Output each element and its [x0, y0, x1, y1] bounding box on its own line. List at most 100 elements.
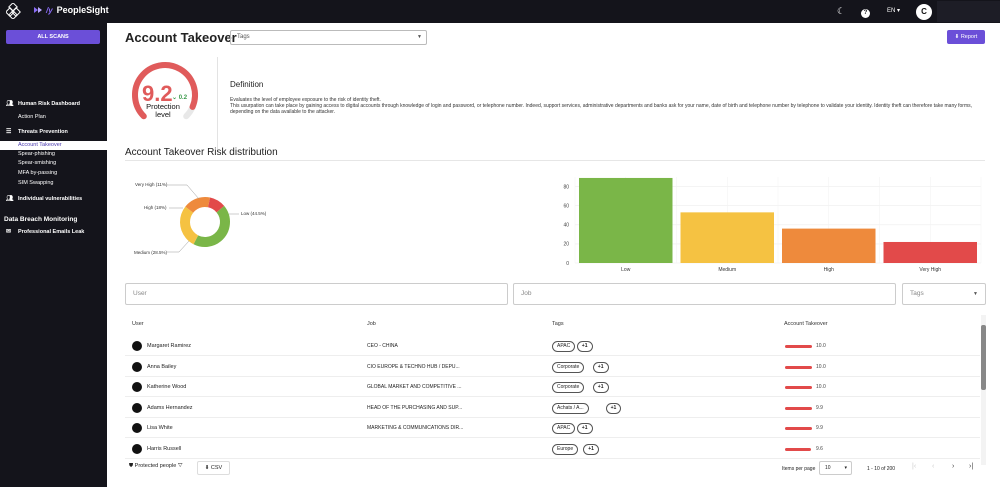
moon-icon[interactable]: ☾	[837, 6, 845, 17]
table-row[interactable]: Harris Russell Europe +1 9.6	[125, 439, 980, 459]
brand-name: PeopleSight	[56, 5, 109, 15]
user-avatar-icon	[132, 361, 142, 372]
tags-filter-select[interactable]: Tags ▼	[902, 283, 986, 305]
table-row[interactable]: Lisa White MARKETING & COMMUNICATIONS DIR…	[125, 418, 980, 438]
more-tags-chip[interactable]: +1	[576, 341, 593, 352]
column-header-account-takeover[interactable]: Account Takeover	[784, 321, 828, 327]
next-page-icon[interactable]: ›	[952, 463, 954, 470]
tag-chip[interactable]: APAC	[552, 423, 576, 434]
risk-bar-chart: 0 20 40 60 80 Low Medium High Very High	[563, 177, 982, 273]
more-tags-chip[interactable]: +1	[605, 402, 622, 414]
sidebar-item-label: Action Plan	[18, 114, 46, 120]
download-icon: ⬇	[204, 465, 210, 471]
more-tags-chip[interactable]: +1	[592, 382, 609, 393]
sidebar-item-human-risk-dashboard[interactable]: 👥︎ Human Risk Dashboard	[0, 100, 107, 109]
page-size-value: 10	[825, 465, 831, 471]
leader-line	[167, 184, 200, 200]
user-name[interactable]: Katherine Wood	[147, 384, 186, 390]
csv-button-label: CSV	[210, 465, 223, 471]
x-tick-label: Very High	[919, 267, 941, 273]
bar-low[interactable]	[579, 177, 673, 263]
sidebar-item-individual-vulnerabilities[interactable]: 👥︎ Individual vulnerabilities	[0, 195, 107, 204]
bar-very-high[interactable]	[883, 241, 978, 263]
risk-bar	[785, 427, 812, 430]
y-tick-label: 20	[563, 242, 569, 248]
page-size-select[interactable]: 10 ▾	[819, 461, 852, 475]
chevron-down-icon: ▼	[417, 34, 422, 40]
tag-chip[interactable]: Corporate	[552, 361, 585, 373]
tag-chip[interactable]: APAC	[552, 341, 576, 352]
definition-line2: This usurpation can take place by gainin…	[230, 103, 973, 115]
sidebar-item-professional-emails-leak[interactable]: ✉ Professional Emails Leak	[0, 228, 107, 237]
column-header-user[interactable]: User	[132, 321, 144, 327]
items-per-page-label: Items per page	[782, 466, 816, 472]
list-icon: ☰	[6, 129, 12, 135]
brand[interactable]: /y PeopleSight	[34, 5, 109, 15]
mail-icon: ✉	[6, 229, 12, 235]
job-title: MARKETING & COMMUNICATIONS DIR...	[367, 425, 464, 431]
table-row[interactable]: Adams Hernandez HEAD OF THE PURCHASING AN…	[125, 398, 980, 418]
sidebar-item-spear-phishing[interactable]: Spear-phishing	[0, 150, 107, 159]
sidebar-item-action-plan[interactable]: Action Plan	[0, 113, 107, 122]
user-menu[interactable]	[937, 1, 1000, 22]
report-button[interactable]: ⬇ Report	[947, 30, 985, 44]
x-tick-label: Low	[621, 267, 631, 273]
table-row[interactable]: Katherine Wood GLOBAL MARKET AND COMPETIT…	[125, 377, 980, 397]
risk-score: 9.9	[816, 425, 823, 431]
sidebar-item-sim-swapping[interactable]: SIM Swapping	[0, 179, 107, 188]
job-title: CEO - CHINA	[367, 343, 398, 349]
tag-chip[interactable]: Achats / A...	[552, 402, 589, 414]
scrollbar-thumb[interactable]	[981, 325, 986, 390]
sidebar-item-mfa-by-passing[interactable]: MFA by-passing	[0, 169, 107, 178]
job-filter-input[interactable]: Job	[513, 283, 896, 305]
user-name[interactable]: Anna Bailey	[147, 364, 176, 370]
sidebar-item-label: Spear-smishing	[18, 160, 57, 166]
last-page-icon[interactable]: ›|	[969, 463, 973, 470]
tag-chip[interactable]: Europe	[552, 443, 579, 455]
job-filter-placeholder: Job	[521, 290, 532, 297]
brand-mark-icon	[34, 7, 42, 13]
language-label: EN	[887, 8, 896, 14]
column-header-tags[interactable]: Tags	[552, 321, 564, 327]
avatar[interactable]: C	[916, 4, 932, 20]
user-name[interactable]: Adams Hernandez	[147, 405, 193, 411]
sidebar-item-label: SIM Swapping	[18, 180, 54, 186]
shield-icon: ⛊	[129, 463, 134, 469]
y-tick-label: 80	[563, 184, 569, 190]
table-row[interactable]: Anna Bailey CIO EUROPE & TECHNO HUB / DEP…	[125, 357, 980, 377]
risk-score: 10.0	[816, 384, 826, 390]
risk-bar	[785, 406, 812, 410]
tag-chip[interactable]: Corporate	[552, 382, 585, 393]
first-page-icon[interactable]: |‹	[912, 463, 916, 470]
risk-score: 10.0	[816, 343, 826, 349]
help-icon[interactable]: ?	[861, 6, 870, 18]
user-name[interactable]: Lisa White	[147, 425, 173, 431]
sidebar-item-account-takeover[interactable]: Account Takeover	[0, 141, 107, 150]
sidebar: ALL SCANS 👥︎ Human Risk Dashboard Action…	[0, 23, 107, 487]
sidebar-item-label: Professional Emails Leak	[18, 229, 85, 235]
top-bar: /y PeopleSight ☾ ? EN ▾ C	[0, 0, 1000, 23]
download-icon: ⬇	[954, 34, 960, 40]
all-scans-button[interactable]: ALL SCANS	[6, 30, 100, 44]
more-tags-chip[interactable]: +1	[583, 443, 599, 455]
table-scrollbar[interactable]	[981, 315, 986, 465]
user-name[interactable]: Margaret Ramirez	[147, 343, 191, 349]
x-tick-label: High	[824, 267, 835, 273]
table-row[interactable]: Margaret Ramirez CEO - CHINA APAC +1 10.0	[125, 336, 980, 356]
user-name[interactable]: Harris Russell	[147, 446, 181, 452]
bar-high[interactable]	[782, 228, 876, 263]
y-tick-label: 60	[563, 203, 569, 209]
report-button-label: Report	[960, 34, 978, 40]
sidebar-item-threats-prevention[interactable]: ☰ Threats Prevention	[0, 128, 107, 137]
more-tags-chip[interactable]: +1	[592, 361, 609, 373]
protected-people-filter[interactable]: ⛊ Protected people ▽	[129, 463, 183, 470]
sidebar-item-label: Spear-phishing	[18, 151, 55, 157]
column-header-job[interactable]: Job	[367, 321, 376, 327]
user-filter-input[interactable]: User	[125, 283, 508, 305]
sidebar-item-spear-smishing[interactable]: Spear-smishing	[0, 159, 107, 168]
more-tags-chip[interactable]: +1	[576, 423, 593, 434]
bar-medium[interactable]	[680, 212, 775, 263]
prev-page-icon[interactable]: ‹	[932, 463, 934, 470]
csv-export-button[interactable]: ⬇ CSV	[197, 461, 230, 475]
language-select[interactable]: EN ▾	[887, 7, 900, 14]
